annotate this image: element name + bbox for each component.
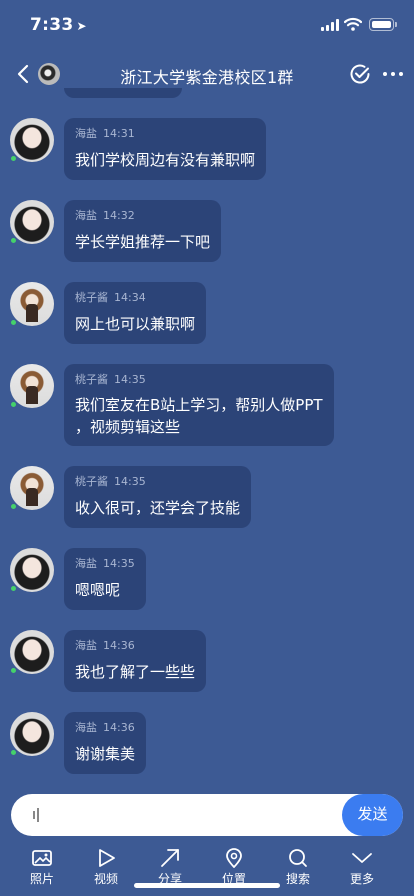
message-meta: 海盐 14:35	[75, 556, 135, 572]
tool-location[interactable]: 位置	[202, 846, 266, 886]
message-meta: 桃子酱 14:34	[75, 290, 195, 306]
message-bubble[interactable]: 海盐 14:36 我也了解了一些些	[64, 630, 207, 692]
message-text: 我们学校周边有没有兼职啊	[75, 151, 256, 169]
message-meta: 海盐 14:36	[75, 638, 195, 654]
voice-wave-icon	[33, 808, 43, 822]
message-text-line: ，视频剪辑这些	[75, 418, 181, 436]
avatar[interactable]	[10, 282, 54, 326]
sender-name: 海盐	[75, 721, 97, 734]
message-meta: 海盐 14:31	[75, 126, 255, 142]
message-time: 14:36	[103, 639, 135, 652]
avatar[interactable]	[10, 118, 54, 162]
message-bubble[interactable]: 海盐 14:31 我们学校周边有没有兼职啊	[64, 118, 267, 180]
tool-photo[interactable]: 照片	[10, 846, 74, 886]
sender-name: 海盐	[75, 557, 97, 570]
check-circle-icon[interactable]	[348, 62, 372, 86]
sender-name: 桃子酱	[75, 475, 108, 488]
avatar[interactable]	[10, 630, 54, 674]
message-text: 学长学姐推荐一下吧	[75, 233, 211, 251]
nav-bar: 浙江大学紫金港校区1群	[0, 52, 414, 96]
message-time: 14:34	[114, 291, 146, 304]
message-text: 谢谢集美	[75, 745, 136, 763]
message-bubble[interactable]: 桃子酱 14:35 收入很可，还学会了技能	[64, 466, 252, 528]
home-indicator[interactable]	[134, 883, 280, 888]
message-text: 收入很可，还学会了技能	[75, 499, 241, 517]
search-icon	[289, 849, 307, 867]
status-bar: 7:33 ➤	[0, 0, 414, 48]
online-status-dot	[10, 319, 17, 326]
message-meta: 桃子酱 14:35	[75, 474, 240, 490]
tool-label: 更多	[349, 872, 374, 886]
avatar[interactable]	[10, 364, 54, 408]
more-dots-icon[interactable]	[380, 62, 406, 86]
message-input[interactable]	[51, 794, 341, 836]
message-bubble[interactable]: 海盐 14:32 学长学姐推荐一下吧	[64, 200, 222, 262]
message-list[interactable]: 海盐 14:31 我们学校周边有没有兼职啊 海盐 14:32 学长学姐推荐一下吧 桃…	[0, 88, 414, 786]
message-meta: 海盐 14:32	[75, 208, 210, 224]
tool-more[interactable]: 更多	[330, 846, 394, 886]
send-button[interactable]: 发送	[342, 794, 403, 836]
message-meta: 海盐 14:36	[75, 720, 135, 736]
sender-name: 桃子酱	[75, 373, 108, 386]
previous-message-bubble	[64, 88, 182, 98]
message-time: 14:36	[103, 721, 135, 734]
tool-label: 视频	[93, 872, 118, 886]
avatar[interactable]	[10, 466, 54, 510]
tool-search[interactable]: 搜索	[266, 846, 330, 886]
tool-label: 照片	[29, 872, 54, 886]
message-text: 我也了解了一些些	[75, 663, 196, 681]
message-text-line: 我们室友在B站上学习，帮别人做PPT	[75, 396, 323, 414]
location-arrow-icon: ➤	[76, 19, 87, 33]
message-text: 我们室友在B站上学习，帮别人做PPT ，视频剪辑这些	[75, 394, 323, 438]
message-meta: 桃子酱 14:35	[75, 372, 323, 388]
message-time: 14:35	[114, 373, 146, 386]
message-time: 14:35	[114, 475, 146, 488]
chevron-down-icon	[352, 853, 372, 863]
location-pin-icon	[226, 848, 242, 868]
online-status-dot	[10, 749, 17, 756]
wifi-icon	[344, 17, 362, 31]
clock-text: 7:33	[30, 15, 74, 35]
message-time: 14:35	[103, 557, 135, 570]
tool-share[interactable]: 分享	[138, 846, 202, 886]
sender-name: 海盐	[75, 639, 97, 652]
battery-icon	[369, 18, 397, 31]
online-status-dot	[10, 401, 17, 408]
online-status-dot	[10, 237, 17, 244]
message-time: 14:32	[103, 209, 135, 222]
avatar[interactable]	[10, 712, 54, 756]
avatar[interactable]	[10, 200, 54, 244]
share-arrow-icon	[161, 849, 179, 867]
cellular-signal-icon	[321, 19, 339, 31]
sender-name: 桃子酱	[75, 291, 108, 304]
online-status-dot	[10, 585, 17, 592]
sender-name: 海盐	[75, 209, 97, 222]
message-bubble[interactable]: 海盐 14:36 谢谢集美	[64, 712, 147, 774]
tool-video[interactable]: 视频	[74, 846, 138, 886]
online-status-dot	[10, 503, 17, 510]
message-time: 14:31	[103, 127, 135, 140]
photo-icon	[32, 850, 52, 866]
bottom-toolbar: 照片 视频 分享 位置 搜索 更多	[0, 846, 414, 896]
sender-name: 海盐	[75, 127, 97, 140]
status-time: 7:33 ➤	[30, 15, 87, 35]
online-status-dot	[10, 667, 17, 674]
message-bubble[interactable]: 桃子酱 14:34 网上也可以兼职啊	[64, 282, 207, 344]
play-icon	[99, 849, 115, 867]
avatar[interactable]	[10, 548, 54, 592]
message-text: 嗯嗯呢	[75, 581, 121, 599]
message-text: 网上也可以兼职啊	[75, 315, 196, 333]
message-bubble[interactable]: 海盐 14:35 嗯嗯呢	[64, 548, 146, 610]
online-status-dot	[10, 155, 17, 162]
message-bubble[interactable]: 桃子酱 14:35 我们室友在B站上学习，帮别人做PPT ，视频剪辑这些	[64, 364, 334, 446]
